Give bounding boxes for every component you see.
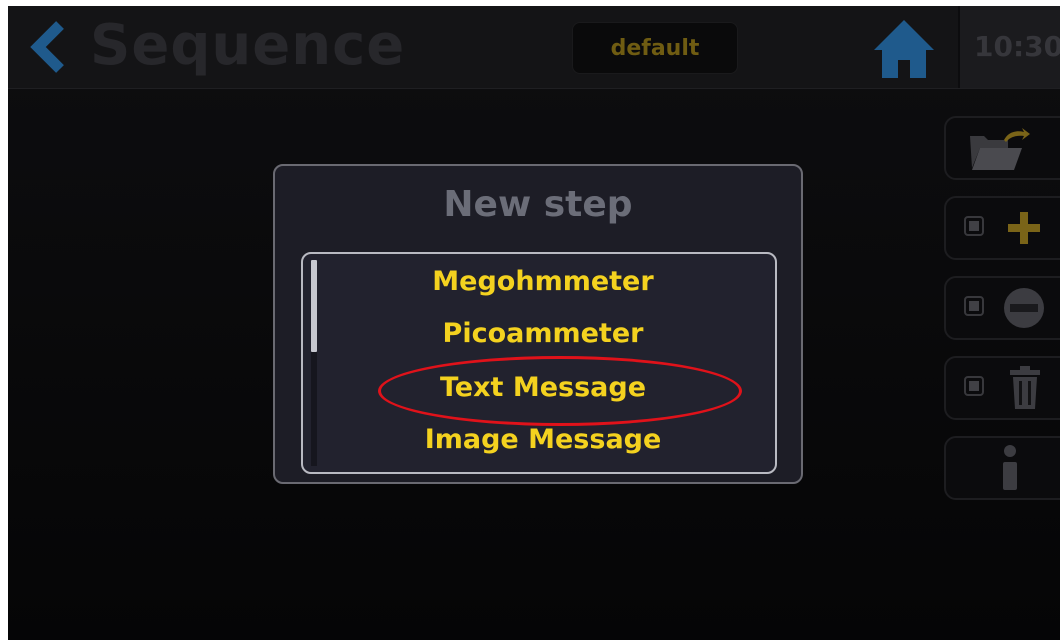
step-type-list[interactable]: Megohmmeter Picoammeter Text Message Ima… [301,252,777,474]
checkbox-icon [964,376,984,396]
header-bar: Sequence default 10:30 [8,6,1060,89]
checkbox-icon [964,296,984,316]
profile-badge[interactable]: default [572,22,738,74]
page-title: Sequence [90,13,406,78]
clock: 10:30 [958,6,1060,88]
minus-circle-icon [1004,288,1044,328]
dialog-title: New step [443,184,633,225]
delete-step-button[interactable] [944,356,1060,420]
scrollbar-thumb[interactable] [311,260,317,352]
checkbox-icon [964,216,984,236]
info-button[interactable] [944,436,1060,500]
list-item-picoammeter[interactable]: Picoammeter [323,318,763,349]
list-item-text-message[interactable]: Text Message [323,372,763,403]
trash-icon [1010,366,1040,409]
home-icon [874,20,934,78]
folder-open-icon [970,128,1030,170]
list-item-megohmmeter[interactable]: Megohmmeter [323,266,763,297]
chevron-left-icon [30,21,64,73]
open-folder-button[interactable] [944,116,1060,180]
home-button[interactable] [872,18,936,80]
add-step-button[interactable] [944,196,1060,260]
scrollbar[interactable] [311,260,317,466]
plus-icon [1008,212,1040,244]
list-item-image-message[interactable]: Image Message [323,424,763,455]
remove-step-button[interactable] [944,276,1060,340]
screen: Sequence default 10:30 New step Megohmme… [8,6,1060,640]
info-icon [1003,445,1017,490]
new-step-dialog: New step Megohmmeter Picoammeter Text Me… [273,164,803,484]
back-button[interactable] [30,14,68,80]
